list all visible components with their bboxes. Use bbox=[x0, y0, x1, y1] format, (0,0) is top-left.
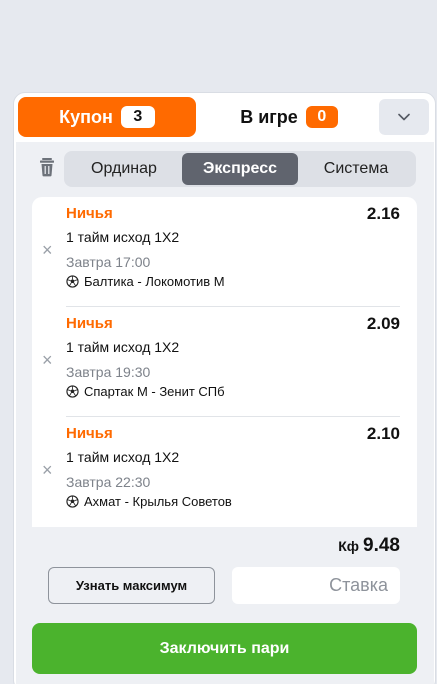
bet-odd: 2.16 bbox=[366, 204, 400, 223]
tab-in-game-label: В игре bbox=[240, 106, 298, 127]
bet-list: × Ничья 2.16 1 тайм исход 1X2 Завтра 17:… bbox=[32, 197, 417, 527]
bet-market: 1 тайм исход 1X2 bbox=[66, 339, 180, 355]
bet-type-express[interactable]: Экспресс bbox=[182, 153, 298, 185]
bet-outcome: Ничья bbox=[66, 315, 113, 332]
bet-type-system[interactable]: Система bbox=[298, 153, 414, 185]
total-odds-value: 9.48 bbox=[363, 535, 400, 556]
bet-match: Ахмат - Крылья Советов bbox=[66, 494, 232, 509]
bet-slip-panel: Купон 3 В игре 0 Ординар Экспресс Систем… bbox=[13, 92, 436, 684]
tab-in-game-count-badge: 0 bbox=[305, 106, 338, 128]
tab-coupon-label: Купон bbox=[59, 106, 113, 127]
bet-time: Завтра 22:30 bbox=[66, 474, 151, 490]
bet-item: × Ничья 2.10 1 тайм исход 1X2 Завтра 22:… bbox=[32, 417, 417, 527]
trash-icon[interactable] bbox=[38, 157, 56, 177]
stake-input[interactable] bbox=[232, 567, 400, 604]
coupon-summary: Кф 9.48 Узнать максимум bbox=[32, 527, 417, 614]
tab-coupon[interactable]: Купон 3 bbox=[18, 97, 196, 137]
close-icon[interactable]: × bbox=[42, 461, 56, 479]
bet-time: Завтра 19:30 bbox=[66, 364, 151, 380]
bet-item: × Ничья 2.16 1 тайм исход 1X2 Завтра 17:… bbox=[32, 197, 417, 307]
bet-match-name: Спартак М - Зенит СПб bbox=[84, 384, 225, 399]
collapse-button[interactable] bbox=[379, 99, 429, 135]
tab-coupon-count-badge: 3 bbox=[120, 106, 155, 128]
total-odds-prefix: Кф bbox=[338, 538, 360, 554]
bet-odd: 2.09 bbox=[366, 314, 400, 333]
soccer-ball-icon bbox=[66, 495, 79, 508]
bet-match: Спартак М - Зенит СПб bbox=[66, 384, 225, 399]
place-bet-button[interactable]: Заключить пари bbox=[32, 623, 417, 674]
close-icon[interactable]: × bbox=[42, 241, 56, 259]
bet-item: × Ничья 2.09 1 тайм исход 1X2 Завтра 19:… bbox=[32, 307, 417, 417]
chevron-down-icon bbox=[398, 113, 410, 121]
find-max-button[interactable]: Узнать максимум bbox=[48, 567, 215, 604]
bet-match: Балтика - Локомотив М bbox=[66, 274, 225, 289]
bet-time: Завтра 17:00 bbox=[66, 254, 151, 270]
bet-market: 1 тайм исход 1X2 bbox=[66, 449, 180, 465]
bet-type-single[interactable]: Ординар bbox=[66, 153, 182, 185]
bet-odd: 2.10 bbox=[366, 424, 400, 443]
bet-match-name: Ахмат - Крылья Советов bbox=[84, 494, 232, 509]
total-odds: Кф 9.48 bbox=[338, 535, 400, 557]
tab-in-game[interactable]: В игре 0 bbox=[200, 97, 378, 137]
soccer-ball-icon bbox=[66, 385, 79, 398]
bet-slip-tabs: Купон 3 В игре 0 bbox=[14, 93, 437, 141]
bet-outcome: Ничья bbox=[66, 205, 113, 222]
bet-market: 1 тайм исход 1X2 bbox=[66, 229, 180, 245]
soccer-ball-icon bbox=[66, 275, 79, 288]
bet-type-selector: Ординар Экспресс Система bbox=[64, 151, 416, 187]
bet-outcome: Ничья bbox=[66, 425, 113, 442]
bet-match-name: Балтика - Локомотив М bbox=[84, 274, 225, 289]
close-icon[interactable]: × bbox=[42, 351, 56, 369]
